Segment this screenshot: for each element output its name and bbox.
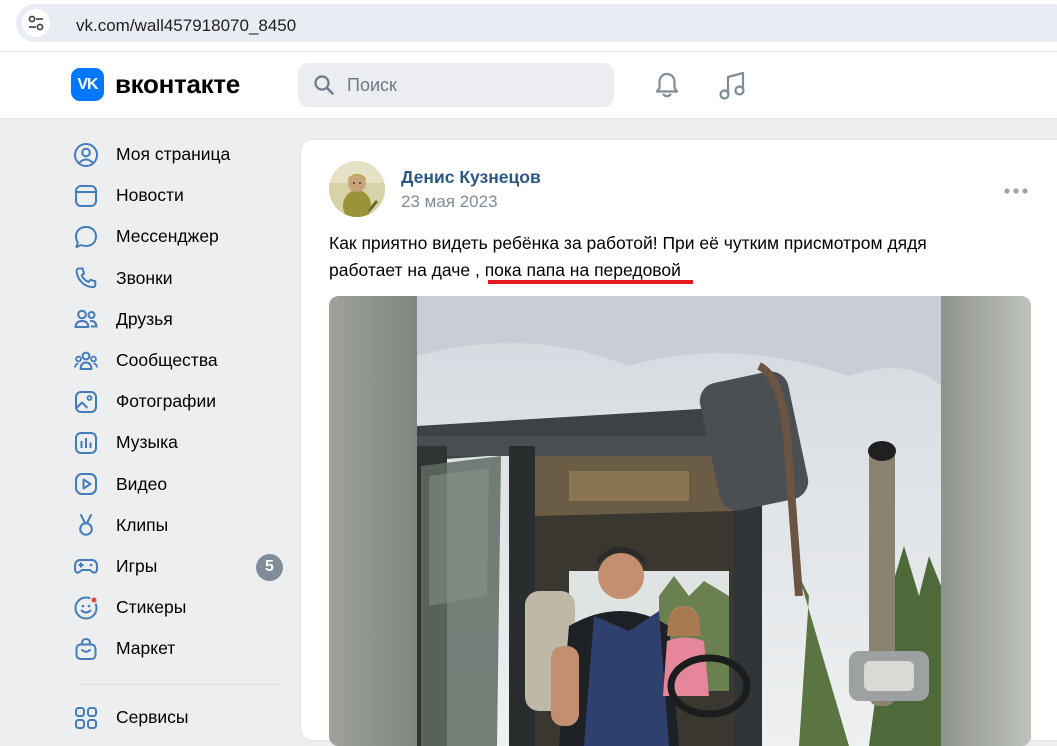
games-icon bbox=[72, 552, 100, 580]
sidebar-item-label: Стикеры bbox=[116, 597, 187, 618]
sidebar-item-market[interactable]: Маркет bbox=[72, 628, 288, 669]
communities-icon bbox=[72, 347, 100, 375]
sidebar-divider bbox=[76, 684, 282, 685]
games-count-badge: 5 bbox=[256, 553, 283, 581]
search-box[interactable]: Поиск bbox=[298, 63, 614, 107]
sidebar-item-label: Игры bbox=[116, 555, 158, 576]
browser-address-bar: vk.com/wall457918070_8450 bbox=[0, 0, 1057, 52]
sidebar-item-label: Друзья bbox=[116, 308, 173, 329]
sidebar-item-stickers[interactable]: Стикеры bbox=[72, 587, 288, 628]
post-date[interactable]: 23 мая 2023 bbox=[401, 192, 498, 212]
vk-header: VK вконтакте Поиск bbox=[0, 52, 1057, 119]
tractor-cabin-photo bbox=[329, 296, 1031, 746]
user-circle-icon bbox=[72, 141, 100, 169]
post-photo[interactable] bbox=[329, 296, 1031, 746]
sidebar-item-label: Звонки bbox=[116, 267, 173, 288]
sidebar-item-friends[interactable]: Друзья bbox=[72, 299, 288, 340]
sidebar-item-services[interactable]: Сервисы bbox=[72, 697, 189, 738]
post-text-part-a: работает на даче , bbox=[329, 260, 480, 280]
clips-icon bbox=[72, 511, 100, 539]
sidebar-item-communities[interactable]: Сообщества bbox=[72, 340, 288, 381]
left-sidebar: Моя страница Новости Мессенджер Звонки Д… bbox=[72, 134, 288, 729]
sidebar-item-label: Маркет bbox=[116, 638, 176, 659]
site-settings-icon[interactable] bbox=[22, 9, 50, 37]
more-options-icon[interactable] bbox=[1003, 187, 1029, 195]
sidebar-item-news[interactable]: Новости bbox=[72, 175, 288, 216]
sidebar-item-music[interactable]: Музыка bbox=[72, 422, 288, 463]
red-underline-annotation bbox=[488, 280, 693, 284]
sidebar-item-label: Сервисы bbox=[116, 707, 189, 728]
vk-logo-text[interactable]: вконтакте bbox=[115, 69, 240, 100]
post-text: Как приятно видеть ребёнка за работой! П… bbox=[329, 230, 1009, 284]
video-icon bbox=[72, 470, 100, 498]
market-icon bbox=[72, 635, 100, 663]
notifications-bell-icon[interactable] bbox=[652, 70, 682, 100]
sidebar-item-label: Видео bbox=[116, 473, 168, 494]
photos-icon bbox=[72, 388, 100, 416]
sidebar-item-label: Моя страница bbox=[116, 144, 231, 165]
wall-post: Денис Кузнецов 23 мая 2023 Как приятно в… bbox=[300, 139, 1057, 746]
sidebar-item-label: Клипы bbox=[116, 514, 169, 535]
sidebar-item-my-page[interactable]: Моя страница bbox=[72, 134, 288, 175]
sidebar-item-label: Музыка bbox=[116, 432, 178, 453]
url-field[interactable]: vk.com/wall457918070_8450 bbox=[16, 4, 1057, 42]
message-icon bbox=[72, 223, 100, 251]
stickers-icon bbox=[72, 594, 100, 622]
sidebar-item-messenger[interactable]: Мессенджер bbox=[72, 216, 288, 257]
music-icon bbox=[72, 429, 100, 457]
search-icon bbox=[314, 75, 334, 95]
services-grid-icon bbox=[72, 704, 100, 732]
friends-icon bbox=[72, 305, 100, 333]
phone-icon bbox=[72, 264, 100, 292]
post-author-name[interactable]: Денис Кузнецов bbox=[401, 167, 541, 188]
sidebar-item-label: Новости bbox=[116, 185, 184, 206]
sidebar-item-clips[interactable]: Клипы bbox=[72, 505, 288, 546]
url-text[interactable]: vk.com/wall457918070_8450 bbox=[76, 16, 296, 36]
sidebar-item-photos[interactable]: Фотографии bbox=[72, 381, 288, 422]
sidebar-item-video[interactable]: Видео bbox=[72, 464, 288, 505]
sidebar-item-label: Фотографии bbox=[116, 391, 217, 412]
sidebar-item-games[interactable]: Игры 5 bbox=[72, 546, 288, 587]
newsfeed-icon bbox=[72, 182, 100, 210]
music-player-icon[interactable] bbox=[717, 70, 747, 102]
search-input[interactable]: Поиск bbox=[347, 75, 397, 96]
sidebar-item-label: Сообщества bbox=[116, 350, 218, 371]
sidebar-item-label: Мессенджер bbox=[116, 226, 219, 247]
vk-logo-icon[interactable]: VK bbox=[71, 68, 104, 101]
post-text-highlighted: пока папа на передовой bbox=[484, 260, 681, 280]
post-text-line-1: Как приятно видеть ребёнка за работой! П… bbox=[329, 233, 927, 253]
author-avatar[interactable] bbox=[329, 161, 385, 217]
sidebar-item-calls[interactable]: Звонки bbox=[72, 258, 288, 299]
